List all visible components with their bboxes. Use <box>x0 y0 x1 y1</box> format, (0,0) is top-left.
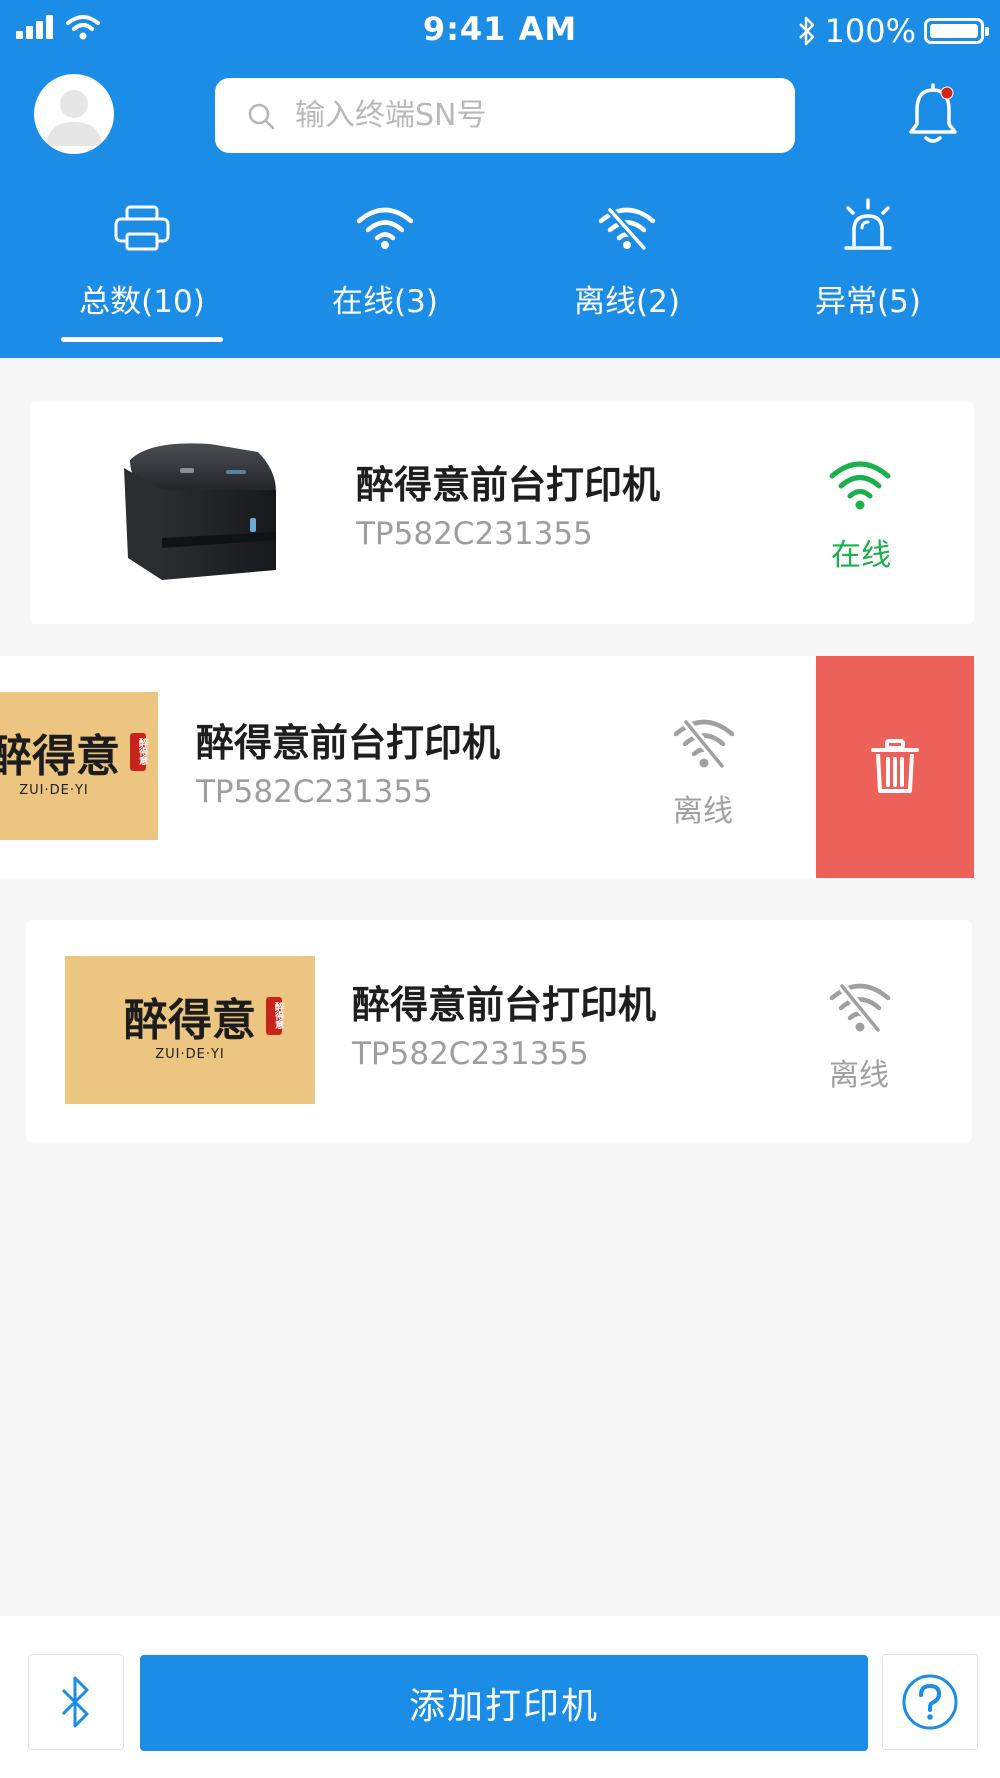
notification-dot <box>940 86 954 100</box>
printer-name: 醉得意前台打印机 <box>352 983 657 1027</box>
footer-bar: 添加打印机 <box>0 1616 1000 1778</box>
notification-button[interactable] <box>905 82 961 146</box>
avatar[interactable] <box>34 74 114 154</box>
printer-sn: TP582C231355 <box>356 516 593 552</box>
tab-abnormal[interactable]: 异常(5) <box>758 196 978 321</box>
wifi-online-icon <box>829 461 891 510</box>
search-input[interactable] <box>293 97 757 134</box>
search-box[interactable] <box>215 78 795 153</box>
logo-subtitle: ZUI·DE·YI <box>155 1046 225 1062</box>
tab-offline[interactable]: 离线(2) <box>517 196 737 321</box>
alarm-icon <box>844 198 892 250</box>
logo-seal: 醉得意 <box>130 732 147 771</box>
tab-label: 异常(5) <box>815 284 921 320</box>
battery-percent: 100% <box>824 12 916 50</box>
printer-card[interactable]: 醉得意前台打印机 TP582C231355 在线 <box>30 402 974 624</box>
printer-icon <box>114 205 170 251</box>
battery-icon <box>924 18 989 44</box>
logo-subtitle: ZUI·DE·YI <box>19 782 89 798</box>
printer-name: 醉得意前台打印机 <box>356 463 661 507</box>
printer-sn: TP582C231355 <box>196 774 433 810</box>
logo-seal: 醉得意 <box>266 996 283 1035</box>
printer-card[interactable]: 醉得意 醉得意 ZUI·DE·YI 醉得意前台打印机 TP582C231355 离… <box>26 920 972 1142</box>
tab-label: 在线(3) <box>332 284 438 320</box>
delete-button[interactable] <box>816 656 974 878</box>
help-button[interactable] <box>882 1654 978 1750</box>
wifi-icon <box>356 207 414 249</box>
brand-logo-image: 醉得意 醉得意 ZUI·DE·YI <box>65 956 315 1104</box>
wifi-offline-icon <box>673 719 735 769</box>
printer-status: 在线 <box>831 538 891 573</box>
status-tabs: 总数(10) 在线(3) 离线(2) 异常(5) <box>0 196 1000 346</box>
printer-card-swiped[interactable]: 醉得意 醉得意 ZUI·DE·YI 醉得意前台打印机 TP582C231355 离… <box>0 656 816 878</box>
bell-icon <box>909 83 957 143</box>
printer-image <box>90 430 290 590</box>
tab-label: 离线(2) <box>574 284 680 320</box>
logo-text: 醉得意 醉得意 <box>0 730 147 782</box>
header: 9:41 AM 100% 输入终端SN号 总数(10) 在线(3) 离线(2) … <box>0 0 1000 358</box>
status-bar: 9:41 AM 100% <box>0 0 1000 60</box>
wifi-offline-icon <box>829 983 891 1033</box>
bluetooth-button[interactable] <box>28 1654 124 1750</box>
wifi-off-icon <box>598 207 656 250</box>
bluetooth-icon <box>798 16 814 46</box>
printer-sn: TP582C231355 <box>352 1036 589 1072</box>
printer-status: 离线 <box>673 794 733 829</box>
tab-label: 总数(10) <box>79 284 205 320</box>
printer-status: 离线 <box>829 1058 889 1093</box>
brand-logo-image: 醉得意 醉得意 ZUI·DE·YI <box>0 692 158 840</box>
printer-photo <box>124 443 276 580</box>
help-icon <box>902 1674 958 1730</box>
printer-name: 醉得意前台打印机 <box>196 721 501 765</box>
logo-text: 醉得意 醉得意 <box>124 994 283 1046</box>
tab-total[interactable]: 总数(10) <box>32 196 252 321</box>
add-printer-button[interactable]: 添加打印机 <box>140 1655 868 1751</box>
bluetooth-icon <box>61 1676 89 1728</box>
tab-online[interactable]: 在线(3) <box>275 196 495 321</box>
search-icon <box>248 103 275 129</box>
active-tab-indicator <box>61 337 223 342</box>
trash-icon <box>871 739 919 793</box>
user-icon <box>46 90 102 146</box>
